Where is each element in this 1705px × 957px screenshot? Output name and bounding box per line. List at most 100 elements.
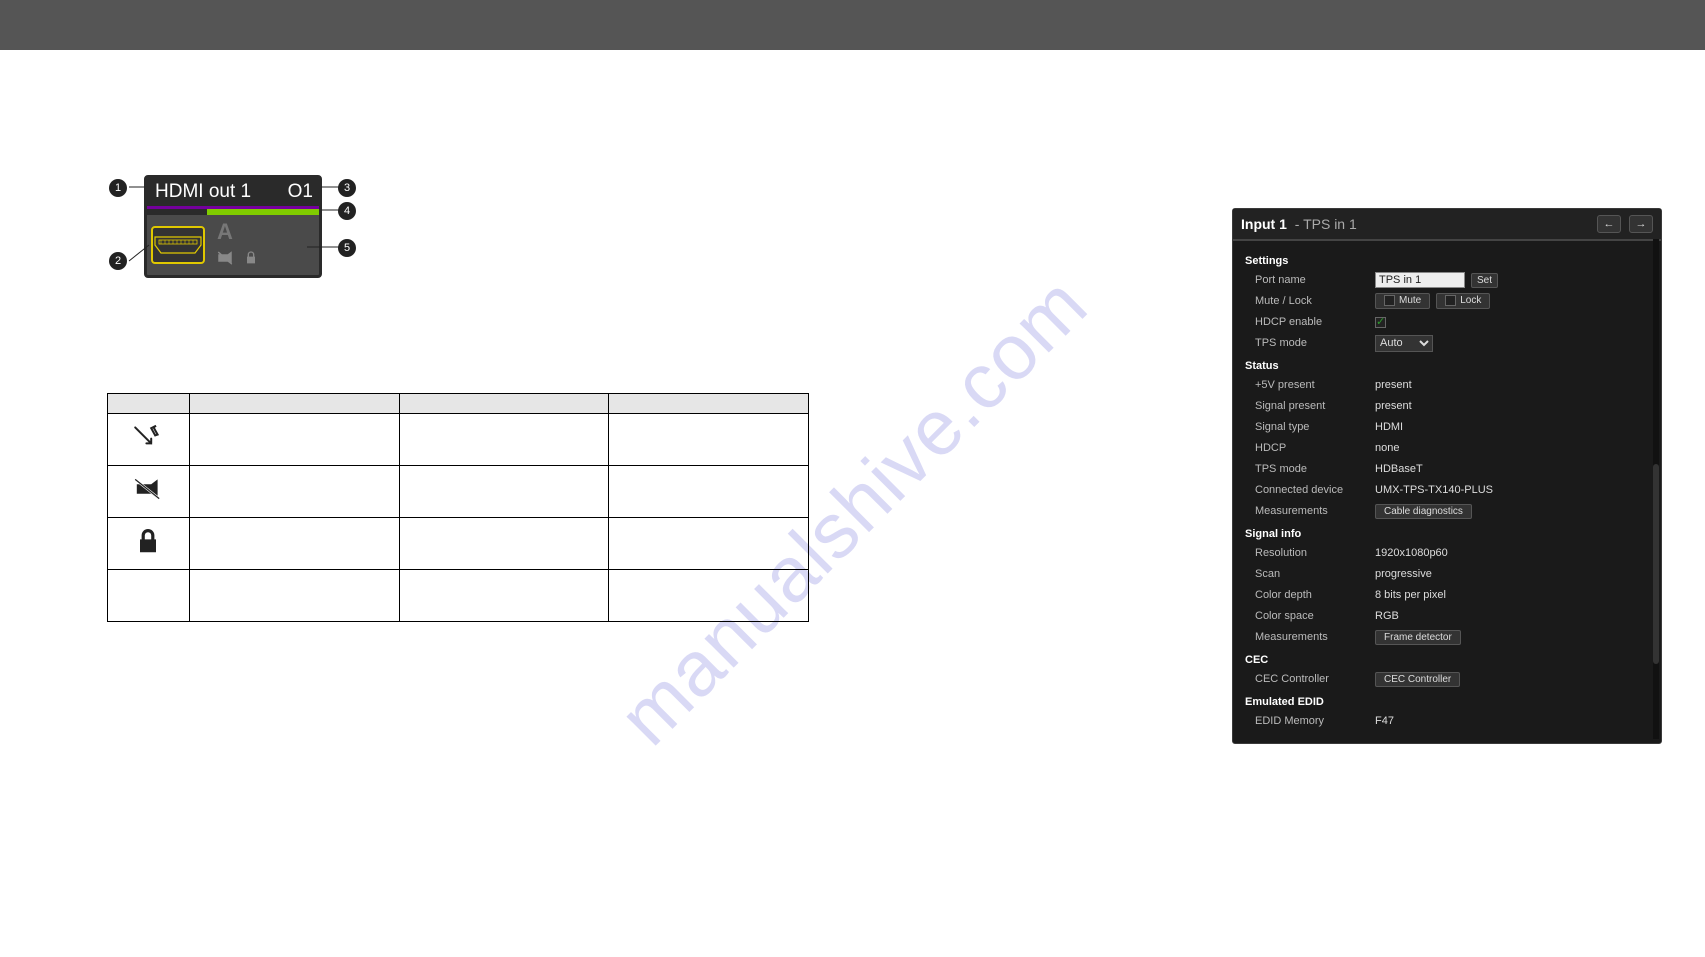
table-row xyxy=(108,466,809,518)
status-row: HDCPnone xyxy=(1245,439,1651,457)
table-cell xyxy=(189,518,399,570)
status-value: none xyxy=(1375,442,1399,454)
table-row xyxy=(108,570,809,622)
status-value: present xyxy=(1375,400,1412,412)
table-cell xyxy=(609,414,809,466)
status-value: UMX-TPS-TX140-PLUS xyxy=(1375,484,1493,496)
measurements-label: Measurements xyxy=(1255,505,1375,517)
signal-label: Scan xyxy=(1255,568,1375,580)
set-button[interactable]: Set xyxy=(1471,273,1498,288)
lock-checkbox-icon xyxy=(1445,295,1456,306)
port-name-label: Port name xyxy=(1255,274,1375,286)
table-header-1 xyxy=(189,394,399,414)
signal-label: Color depth xyxy=(1255,589,1375,601)
status-row: Connected deviceUMX-TPS-TX140-PLUS xyxy=(1245,481,1651,499)
row-measurements-cable: Measurements Cable diagnostics xyxy=(1245,502,1651,520)
signal-row: Resolution1920x1080p60 xyxy=(1245,544,1651,562)
status-label: +5V present xyxy=(1255,379,1375,391)
cec-controller-button[interactable]: CEC Controller xyxy=(1375,672,1460,687)
table-cell xyxy=(609,518,809,570)
scrollbar-thumb[interactable] xyxy=(1653,464,1659,664)
signal-value: progressive xyxy=(1375,568,1432,580)
table-header-2 xyxy=(399,394,609,414)
edid-memory-value: F47 xyxy=(1375,715,1394,727)
row-hdcp-enable: HDCP enable xyxy=(1245,313,1651,331)
panel-title-bar: Input 1 - TPS in 1 ← → xyxy=(1233,209,1661,241)
section-settings: Settings xyxy=(1245,255,1651,267)
frame-detector-button[interactable]: Frame detector xyxy=(1375,630,1461,645)
mute-lock-label: Mute / Lock xyxy=(1255,295,1375,307)
status-label: Signal type xyxy=(1255,421,1375,433)
section-status: Status xyxy=(1245,360,1651,372)
row-tps-mode: TPS mode Auto xyxy=(1245,334,1651,352)
panel-scrollbar[interactable] xyxy=(1653,239,1659,739)
table-header-icon xyxy=(108,394,190,414)
mute-icon-cell xyxy=(108,466,190,518)
row-mute-lock: Mute / Lock Mute Lock xyxy=(1245,292,1651,310)
table-cell xyxy=(399,518,609,570)
prev-port-button[interactable]: ← xyxy=(1597,215,1621,233)
status-label: Connected device xyxy=(1255,484,1375,496)
section-cec: CEC xyxy=(1245,654,1651,666)
cable-diagnostics-button[interactable]: Cable diagnostics xyxy=(1375,504,1472,519)
mute-button[interactable]: Mute xyxy=(1375,293,1430,308)
table-row xyxy=(108,518,809,570)
status-label: TPS mode xyxy=(1255,463,1375,475)
lock-icon-cell xyxy=(108,518,190,570)
lock-button[interactable]: Lock xyxy=(1436,293,1490,308)
table-cell xyxy=(609,570,809,622)
table-cell xyxy=(189,570,399,622)
status-row: +5V presentpresent xyxy=(1245,376,1651,394)
port-properties-panel: Input 1 - TPS in 1 ← → Settings Port nam… xyxy=(1232,208,1662,744)
signal-value: RGB xyxy=(1375,610,1399,622)
table-cell xyxy=(399,414,609,466)
panel-body: Settings Port name Set Mute / Lock Mute … xyxy=(1233,241,1661,743)
measurements-label-2: Measurements xyxy=(1255,631,1375,643)
signal-value: 8 bits per pixel xyxy=(1375,589,1446,601)
status-row: Signal presentpresent xyxy=(1245,397,1651,415)
row-edid-memory: EDID Memory F47 xyxy=(1245,712,1651,730)
table-row xyxy=(108,414,809,466)
table-cell xyxy=(399,466,609,518)
signal-label: Color space xyxy=(1255,610,1375,622)
section-emulated-edid: Emulated EDID xyxy=(1245,696,1651,708)
signal-value: 1920x1080p60 xyxy=(1375,547,1448,559)
table-cell xyxy=(189,414,399,466)
status-value: HDMI xyxy=(1375,421,1403,433)
mute-checkbox-icon xyxy=(1384,295,1395,306)
autoselect-icon-cell xyxy=(108,414,190,466)
row-measurements-frame: Measurements Frame detector xyxy=(1245,628,1651,646)
cec-controller-label: CEC Controller xyxy=(1255,673,1375,685)
empty-icon-cell xyxy=(108,570,190,622)
section-signal-info: Signal info xyxy=(1245,528,1651,540)
hdcp-enable-label: HDCP enable xyxy=(1255,316,1375,328)
table-cell xyxy=(609,466,809,518)
port-name-input[interactable] xyxy=(1375,272,1465,288)
browser-top-bar xyxy=(0,0,1705,50)
status-row: TPS modeHDBaseT xyxy=(1245,460,1651,478)
status-label: Signal present xyxy=(1255,400,1375,412)
status-row: Signal typeHDMI xyxy=(1245,418,1651,436)
row-port-name: Port name Set xyxy=(1245,271,1651,289)
status-value: present xyxy=(1375,379,1412,391)
row-cec: CEC Controller CEC Controller xyxy=(1245,670,1651,688)
panel-title-main: Input 1 xyxy=(1241,216,1287,232)
tps-mode-label: TPS mode xyxy=(1255,337,1375,349)
table-header-row xyxy=(108,394,809,414)
edid-memory-label: EDID Memory xyxy=(1255,715,1375,727)
table-header-3 xyxy=(609,394,809,414)
status-label: HDCP xyxy=(1255,442,1375,454)
next-port-button[interactable]: → xyxy=(1629,215,1653,233)
signal-row: Color depth8 bits per pixel xyxy=(1245,586,1651,604)
table-cell xyxy=(399,570,609,622)
signal-label: Resolution xyxy=(1255,547,1375,559)
tps-mode-select[interactable]: Auto xyxy=(1375,335,1433,352)
status-value: HDBaseT xyxy=(1375,463,1423,475)
lock-button-label: Lock xyxy=(1460,296,1481,307)
signal-row: Color spaceRGB xyxy=(1245,607,1651,625)
table-cell xyxy=(189,466,399,518)
mute-button-label: Mute xyxy=(1399,296,1421,307)
hdcp-checkbox[interactable] xyxy=(1375,317,1386,328)
icon-state-table xyxy=(107,393,809,622)
panel-title-sub: - TPS in 1 xyxy=(1291,216,1357,232)
